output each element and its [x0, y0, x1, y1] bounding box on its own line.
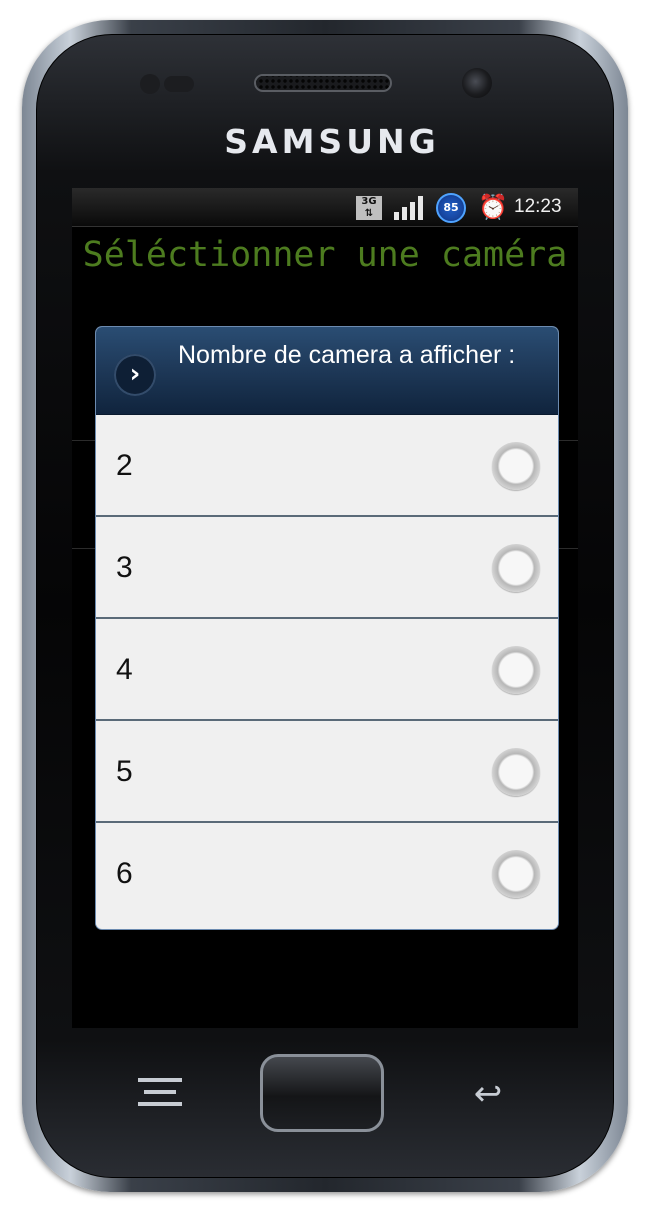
3g-data-icon: 3G ⇅ — [356, 196, 382, 220]
radio-button[interactable] — [492, 544, 540, 592]
camera-count-dialog: › Nombre de camera a afficher : 2 3 4 5 … — [96, 327, 558, 929]
radio-button[interactable] — [492, 748, 540, 796]
option-label: 2 — [116, 449, 133, 482]
battery-icon: 85 — [436, 193, 466, 223]
option-label: 4 — [116, 653, 133, 686]
option-4[interactable]: 4 — [96, 619, 558, 721]
dialog-title: Nombre de camera a afficher : — [178, 341, 516, 369]
option-label: 5 — [116, 755, 133, 788]
earpiece-speaker — [254, 74, 392, 92]
menu-button[interactable] — [138, 1078, 186, 1106]
proximity-sensor — [140, 74, 160, 94]
page-title: Séléctionner une caméra — [82, 235, 568, 275]
option-label: 3 — [116, 551, 133, 584]
dialog-header: › Nombre de camera a afficher : — [96, 327, 558, 415]
back-arrow-icon[interactable]: ↩ — [458, 1072, 518, 1116]
front-camera — [462, 68, 492, 98]
alarm-clock-icon: ⏰ — [478, 193, 508, 221]
option-2[interactable]: 2 — [96, 415, 558, 517]
chevron-right-icon: › — [114, 354, 156, 396]
home-button[interactable] — [260, 1054, 384, 1132]
signal-strength-icon — [394, 196, 430, 220]
radio-button[interactable] — [492, 850, 540, 898]
brand-logo: SAMSUNG — [224, 122, 440, 161]
status-time: 12:23 — [514, 196, 562, 217]
radio-button[interactable] — [492, 442, 540, 490]
network-label: 3G — [361, 196, 377, 207]
status-bar: 3G ⇅ 85 ⏰ 12:23 — [72, 188, 578, 227]
screen: 3G ⇅ 85 ⏰ 12:23 Séléctionner une caméra ›… — [72, 188, 578, 1028]
option-label: 6 — [116, 857, 133, 890]
option-3[interactable]: 3 — [96, 517, 558, 619]
radio-button[interactable] — [492, 646, 540, 694]
option-6[interactable]: 6 — [96, 823, 558, 925]
light-sensor — [164, 76, 194, 92]
option-5[interactable]: 5 — [96, 721, 558, 823]
